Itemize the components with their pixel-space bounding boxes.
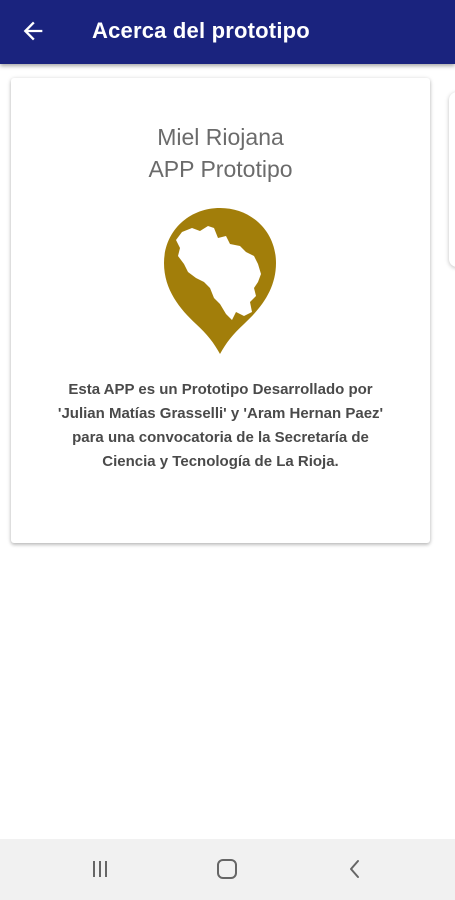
home-icon	[217, 859, 237, 879]
screen: Acerca del prototipo Miel Riojana APP Pr…	[0, 0, 455, 900]
description: Esta APP es un Prototipo Desarrollado po…	[31, 378, 410, 474]
page-title: Acerca del prototipo	[92, 18, 310, 43]
description-line: Ciencia y Tecnología de La Rioja.	[102, 453, 339, 470]
app-subtitle: APP Prototipo	[148, 156, 293, 182]
back-button[interactable]	[10, 8, 56, 54]
description-line: para una convocatoria de la Secretaría d…	[72, 429, 369, 446]
next-card-edge	[449, 92, 455, 267]
recents-icon	[93, 861, 107, 877]
home-button[interactable]	[197, 847, 257, 891]
map-pin-la-rioja-icon	[164, 208, 276, 354]
app-name: Miel Riojana	[157, 124, 284, 150]
description-line: Esta APP es un Prototipo Desarrollado po…	[68, 381, 373, 398]
app-bar: Acerca del prototipo	[0, 0, 455, 64]
arrow-back-icon	[23, 21, 43, 41]
system-back-button[interactable]	[325, 847, 385, 891]
back-chevron-icon	[350, 860, 359, 878]
recents-button[interactable]	[70, 847, 130, 891]
about-card: Miel Riojana APP Prototipo Esta APP es u…	[11, 78, 430, 543]
system-nav-bar	[0, 839, 455, 900]
description-line: 'Julian Matías Grasselli' y 'Aram Hernan…	[57, 405, 384, 422]
